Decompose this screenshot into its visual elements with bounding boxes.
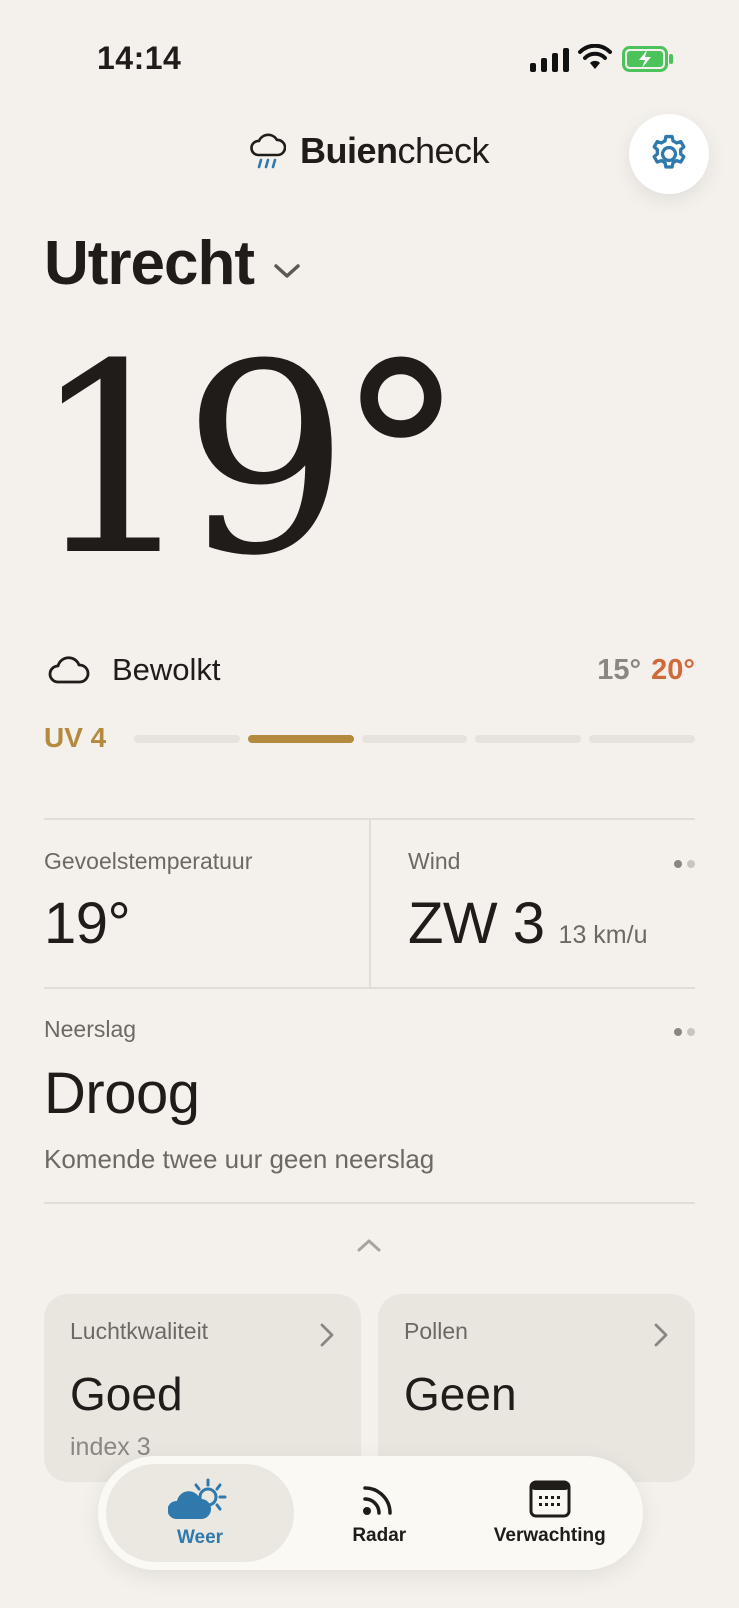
status-time: 14:14 [97,40,182,76]
pollen-card[interactable]: Pollen Geen [378,1294,695,1482]
uv-segment [361,735,468,743]
uv-index-bar [134,735,695,743]
wind-value: ZW 3 [408,891,545,956]
divider [369,820,371,988]
feels-like-label: Gevoelstemperatuur [44,848,253,874]
nav-label: Verwachting [493,1525,606,1546]
temperature-range: 15° 20° [597,654,695,687]
card-label: Pollen [404,1318,468,1344]
uv-segment [475,735,582,743]
uv-segment [589,735,695,743]
precipitation-description: Komende twee uur geen neerslag [44,1144,435,1174]
chevron-down-icon [274,263,300,278]
uv-segment [247,735,354,743]
wind-label: Wind [408,848,461,874]
nav-item-weer[interactable]: Weer [106,1464,294,1562]
uv-segment [134,735,240,743]
wifi-icon [578,43,612,75]
condition-row: Bewolkt [48,652,221,688]
wind-tile[interactable]: Wind ZW 3 13 km/u [408,820,695,988]
city-name: Utrecht [44,229,255,298]
battery-icon [622,46,674,77]
card-value: Goed [70,1368,183,1420]
bottom-navigation: Weer Radar Verwachting [98,1456,643,1570]
air-quality-card[interactable]: Luchtkwaliteit Goed index 3 [44,1294,361,1482]
current-temperature: 19° [30,308,466,613]
cloud-icon [48,656,90,684]
chevron-right-icon [320,1323,334,1347]
location-selector[interactable]: Utrecht [44,228,302,299]
high-temperature: 20° [651,654,695,686]
expand-chevron-icon[interactable] [355,1236,383,1259]
precipitation-value: Droog [44,1061,200,1126]
uv-index-label: UV 4 [44,722,107,753]
card-value: Geen [404,1368,517,1420]
more-dots-icon [674,1028,695,1036]
divider [44,1202,695,1204]
precipitation-tile[interactable]: Neerslag Droog Komende twee uur geen nee… [44,988,695,1202]
nav-item-verwachting[interactable]: Verwachting [465,1464,636,1562]
app-title: Buiencheck [300,130,490,171]
settings-button[interactable] [629,114,709,194]
feels-like-value: 19° [44,891,131,956]
nav-label: Weer [176,1527,224,1548]
condition-label: Bewolkt [112,652,221,687]
more-dots-icon [674,860,695,868]
precipitation-label: Neerslag [44,1016,137,1042]
app-brand: Buiencheck [250,130,490,172]
nav-item-radar[interactable]: Radar [294,1464,465,1562]
chevron-right-icon [654,1323,668,1347]
low-temperature: 15° [597,654,642,686]
card-label: Luchtkwaliteit [70,1318,209,1344]
wind-speed: 13 km/u [558,921,648,949]
cellular-signal-icon [530,48,569,72]
nav-label: Radar [352,1525,407,1546]
weather-icon [168,1478,227,1519]
calendar-icon [529,1480,571,1518]
rain-cloud-icon [250,133,286,169]
radar-icon [363,1486,392,1515]
gear-icon [652,134,686,169]
